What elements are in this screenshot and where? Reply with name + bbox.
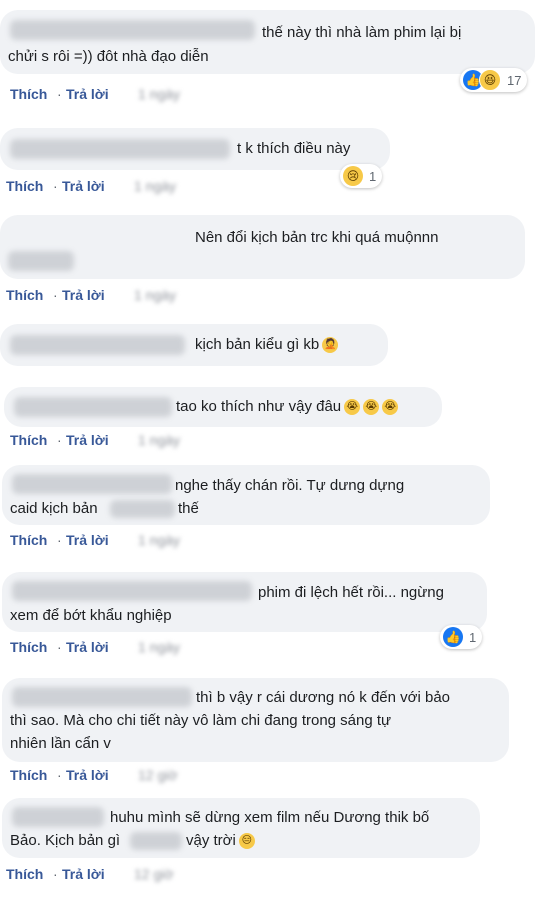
reply-link[interactable]: Trả lời	[66, 432, 109, 448]
reply-link[interactable]: Trả lời	[66, 86, 109, 102]
comment-text: nghe thấy chán rồi. Tự dưng dựng	[175, 477, 405, 494]
like-link[interactable]: Thích	[6, 866, 43, 882]
timestamp[interactable]: 1 ngày	[134, 287, 176, 303]
comment-text: Bảo. Kịch bản gì	[10, 832, 121, 849]
comment-text: thì sao. Mà cho chi tiết này vô làm chi …	[10, 712, 392, 729]
redacted-name	[14, 397, 172, 417]
redacted-name	[8, 251, 74, 271]
redacted-name	[10, 335, 185, 355]
reaction-summary[interactable]: 👍 😆 17	[460, 68, 528, 92]
redacted-name	[12, 474, 172, 494]
comment-text: vậy trời 😑	[186, 830, 255, 852]
redacted-name	[12, 687, 192, 707]
comment-text: nhiên lần cẩn v	[10, 735, 111, 752]
reply-link[interactable]: Trả lời	[62, 178, 105, 194]
separator: ·	[53, 866, 58, 882]
comment-bubble: kịch bản kiểu gì kb 🤦	[0, 324, 388, 366]
comment-bubble: huhu mình sẽ dừng xem film nếu Dương thi…	[2, 798, 480, 858]
separator: ·	[53, 287, 58, 303]
separator: ·	[53, 178, 58, 194]
comment-text: chửi s rôi =)) đôt nhà đạo diễn	[8, 48, 209, 65]
comment-text: huhu mình sẽ dừng xem film nếu Dương thi…	[110, 809, 430, 826]
like-link[interactable]: Thích	[6, 287, 43, 303]
crying-emoji-icon: 😭	[382, 399, 399, 416]
comment-text: t k thích điều này	[237, 140, 351, 157]
redacted-text	[110, 500, 175, 518]
reaction-summary[interactable]: 👍 1	[440, 625, 483, 649]
facepalm-emoji-icon: 🤦	[322, 337, 339, 354]
comment-text: xem để bớt khẩu nghiệp	[10, 607, 172, 624]
comment-text: tao ko thích như vậy đâu 😭 😭 😭	[176, 396, 399, 418]
timestamp[interactable]: 1 ngày	[138, 532, 180, 548]
timestamp[interactable]: 1 ngày	[138, 639, 180, 655]
comment-bubble: thì b vậy r cái dương nó k đến với bảo t…	[2, 678, 509, 762]
redacted-text	[130, 832, 182, 850]
comment-bubble: thế này thì nhà làm phim lại bị chửi s r…	[0, 10, 535, 74]
comment-text: caid kịch bản	[10, 500, 98, 517]
separator: ·	[57, 639, 62, 655]
reaction-count: 1	[469, 629, 477, 645]
like-link[interactable]: Thích	[10, 767, 47, 783]
redacted-name	[10, 139, 230, 159]
timestamp[interactable]: 1 ngày	[134, 178, 176, 194]
reply-link[interactable]: Trả lời	[66, 767, 109, 783]
separator: ·	[57, 432, 62, 448]
comment-text: Nên đổi kịch bản trc khi quá muộnnn	[195, 229, 439, 246]
like-link[interactable]: Thích	[6, 178, 43, 194]
crying-emoji-icon: 😭	[363, 399, 380, 416]
timestamp[interactable]: 1 ngày	[138, 432, 180, 448]
like-link[interactable]: Thích	[10, 432, 47, 448]
reaction-count: 17	[507, 72, 522, 88]
separator: ·	[57, 767, 62, 783]
timestamp[interactable]: 12 giờ	[134, 866, 174, 882]
timestamp[interactable]: 12 giờ	[138, 767, 178, 783]
like-link[interactable]: Thích	[10, 639, 47, 655]
comment-bubble: phim đi lệch hết rồi... ngừng xem để bớt…	[2, 572, 487, 632]
like-link[interactable]: Thích	[10, 532, 47, 548]
like-icon: 👍	[443, 627, 463, 647]
redacted-name	[12, 807, 104, 827]
comment-text: thế này thì nhà làm phim lại bị	[262, 24, 462, 41]
redacted-name	[12, 581, 252, 601]
comment-bubble: nghe thấy chán rồi. Tự dưng dựng caid kị…	[2, 465, 490, 525]
reply-link[interactable]: Trả lời	[66, 639, 109, 655]
comment-text: phim đi lệch hết rồi... ngừng	[258, 584, 444, 601]
separator: ·	[57, 532, 62, 548]
comment-text: kịch bản kiểu gì kb 🤦	[195, 336, 339, 354]
reply-link[interactable]: Trả lời	[66, 532, 109, 548]
haha-icon: 😆	[479, 69, 501, 91]
comment-text: thì b vậy r cái dương nó k đến với bảo	[196, 689, 451, 706]
like-link[interactable]: Thích	[10, 86, 47, 102]
neutral-face-emoji-icon: 😑	[238, 833, 255, 850]
sad-icon: 😢	[343, 166, 363, 186]
separator: ·	[57, 86, 62, 102]
crying-emoji-icon: 😭	[344, 399, 361, 416]
timestamp[interactable]: 1 ngày	[138, 86, 180, 102]
reply-link[interactable]: Trả lời	[62, 287, 105, 303]
redacted-name	[10, 20, 255, 40]
reaction-count: 1	[369, 168, 377, 184]
comment-text: thế	[178, 500, 199, 517]
reply-link[interactable]: Trả lời	[62, 866, 105, 882]
comment-bubble: t k thích điều này	[0, 128, 390, 170]
comment-bubble: Nên đổi kịch bản trc khi quá muộnnn	[0, 215, 525, 279]
comment-bubble: tao ko thích như vậy đâu 😭 😭 😭	[4, 387, 442, 427]
reaction-summary[interactable]: 😢 1	[340, 164, 383, 188]
